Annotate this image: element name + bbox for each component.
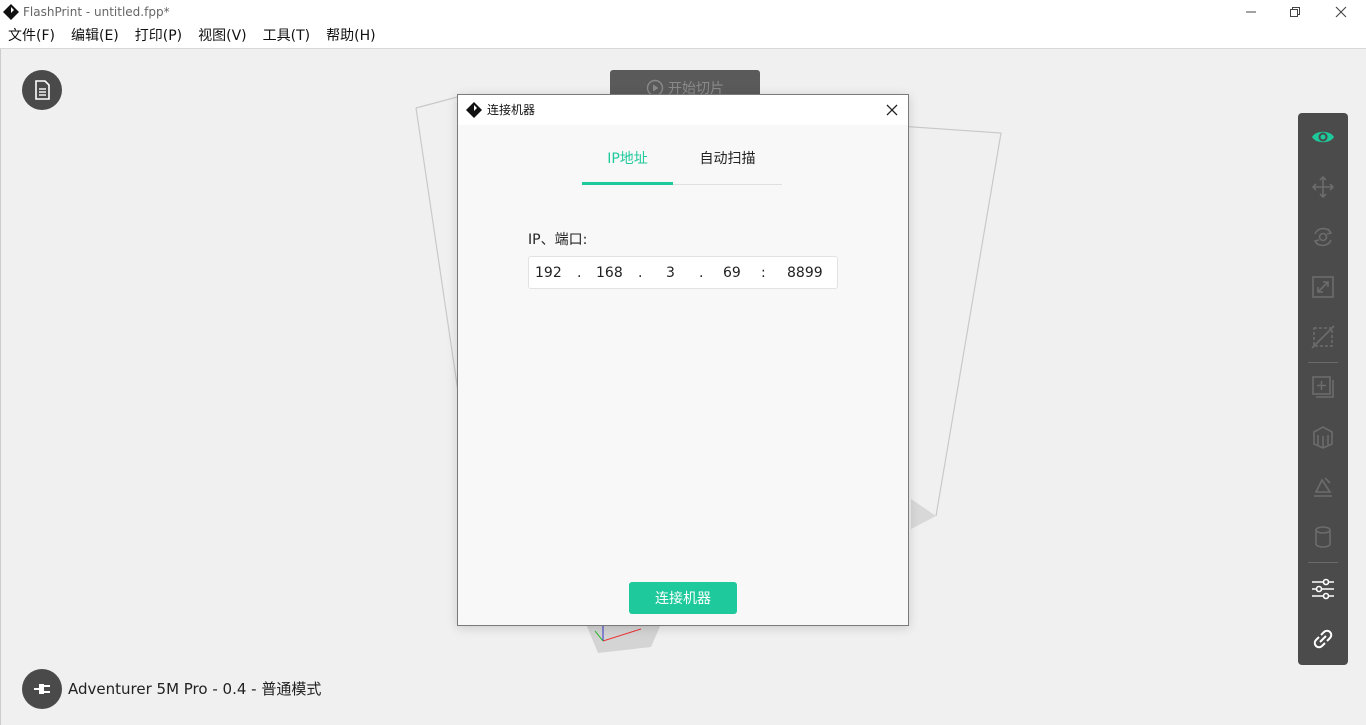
ip-separator-dot: . (638, 265, 643, 281)
tool-add[interactable] (1298, 363, 1348, 411)
ip-octet-3[interactable]: 3 (666, 264, 675, 282)
tab-auto-scan[interactable]: 自动扫描 (673, 145, 782, 185)
ip-separator-colon: : (761, 265, 766, 281)
add-icon (1312, 376, 1334, 398)
document-icon (35, 80, 50, 100)
menu-view[interactable]: 视图(V) (198, 25, 247, 47)
ip-octet-1[interactable]: 192 (535, 264, 562, 282)
plug-icon (34, 684, 50, 694)
app-logo-icon (466, 102, 482, 118)
tool-cut[interactable] (1298, 313, 1348, 361)
menu-edit[interactable]: 编辑(E) (71, 25, 119, 47)
connection-tabs: IP地址 自动扫描 (582, 145, 782, 185)
dialog-header: 连接机器 (458, 95, 908, 125)
tool-drop[interactable] (1298, 463, 1348, 511)
tab-ip-address[interactable]: IP地址 (582, 145, 673, 185)
cut-icon (1311, 325, 1335, 349)
window-title: FlashPrint - untitled.fpp* (23, 5, 170, 19)
port-input[interactable]: 8899 (787, 264, 823, 282)
menu-bar: 文件(F) 编辑(E) 打印(P) 视图(V) 工具(T) 帮助(H) (0, 24, 1366, 49)
support-icon (1313, 426, 1333, 449)
link-icon (1313, 629, 1333, 649)
restore-icon (1290, 7, 1300, 17)
minimize-icon (1246, 11, 1256, 13)
ip-octet-4[interactable]: 69 (723, 264, 741, 282)
tool-rotate[interactable] (1298, 213, 1348, 261)
tool-support[interactable] (1298, 413, 1348, 461)
connect-machine-submit-button[interactable]: 连接机器 (629, 582, 737, 614)
connect-machine-dialog: 连接机器 IP地址 自动扫描 IP、端口: 192 . 168 . 3 . 69… (457, 94, 909, 626)
move-icon (1311, 175, 1335, 199)
drop-icon (1314, 477, 1332, 497)
settings-icon (1312, 578, 1334, 600)
menu-file[interactable]: 文件(F) (8, 25, 55, 47)
tool-move[interactable] (1298, 163, 1348, 211)
close-window-button[interactable] (1318, 0, 1364, 24)
ip-port-label: IP、端口: (528, 232, 588, 248)
dialog-title: 连接机器 (487, 103, 536, 117)
minimize-button[interactable] (1228, 0, 1274, 24)
restore-button[interactable] (1272, 0, 1318, 24)
machine-status-label: Adventurer 5M Pro - 0.4 - 普通模式 (68, 680, 322, 698)
dialog-close-icon[interactable] (884, 102, 900, 118)
tool-settings[interactable] (1298, 565, 1348, 613)
menu-tools[interactable]: 工具(T) (263, 25, 310, 47)
close-icon (1335, 6, 1347, 18)
ip-address-input[interactable]: 192 . 168 . 3 . 69 : 8899 (528, 256, 838, 289)
view-icon (1312, 131, 1334, 143)
title-bar: FlashPrint - untitled.fpp* (0, 0, 1366, 24)
right-toolbar (1298, 113, 1348, 665)
scale-icon (1312, 276, 1334, 298)
toolbar-separator (1308, 562, 1338, 563)
tool-scale[interactable] (1298, 263, 1348, 311)
rotate-icon (1313, 227, 1333, 247)
tool-link[interactable] (1298, 615, 1348, 663)
menu-help[interactable]: 帮助(H) (326, 25, 375, 47)
ip-separator-dot: . (577, 265, 582, 281)
connect-machine-button[interactable] (22, 669, 62, 709)
tool-view[interactable] (1298, 113, 1348, 161)
menu-print[interactable]: 打印(P) (135, 25, 182, 47)
ip-octet-2[interactable]: 168 (596, 264, 623, 282)
ip-separator-dot: . (699, 265, 704, 281)
tool-cylinder[interactable] (1298, 513, 1348, 561)
cylinder-icon (1315, 526, 1331, 548)
file-list-button[interactable] (22, 70, 62, 110)
app-logo-icon (3, 4, 19, 20)
